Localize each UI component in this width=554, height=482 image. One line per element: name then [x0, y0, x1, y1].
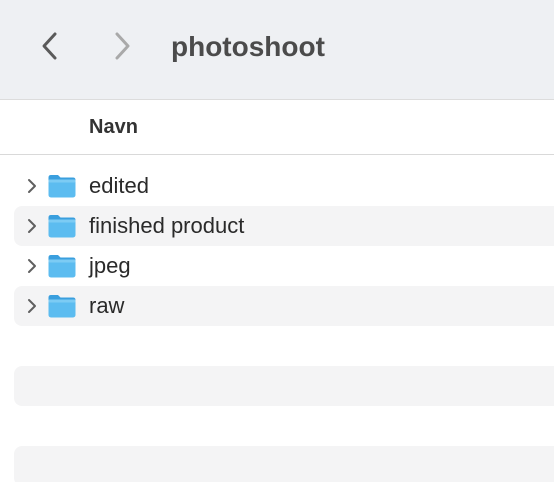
folder-icon — [48, 215, 76, 238]
folder-icon — [48, 295, 76, 318]
disclosure-chevron-icon[interactable] — [24, 258, 40, 274]
disclosure-chevron-icon[interactable] — [24, 298, 40, 314]
list-item[interactable]: jpeg — [0, 246, 554, 286]
chevron-left-icon — [42, 32, 57, 60]
empty-row-stripe — [14, 366, 554, 406]
disclosure-chevron-icon[interactable] — [24, 218, 40, 234]
empty-row-stripe — [14, 446, 554, 482]
back-button[interactable] — [32, 28, 68, 64]
finder-window: photoshoot Navn edited finished product … — [0, 0, 554, 482]
column-header-row: Navn — [0, 101, 554, 155]
item-label: raw — [89, 293, 125, 318]
item-label: finished product — [89, 213, 245, 238]
toolbar: photoshoot — [0, 0, 554, 100]
item-label: edited — [89, 173, 149, 198]
forward-button[interactable] — [104, 28, 140, 64]
column-header-name[interactable]: Navn — [89, 115, 138, 139]
window-title: photoshoot — [171, 31, 325, 62]
list-item[interactable]: finished product — [0, 206, 554, 246]
chevron-right-icon — [115, 32, 130, 60]
folder-icon — [48, 255, 76, 278]
file-list: edited finished product jpeg raw — [0, 166, 554, 326]
disclosure-chevron-icon[interactable] — [24, 178, 40, 194]
list-item[interactable]: edited — [0, 166, 554, 206]
item-label: jpeg — [89, 253, 131, 278]
list-item[interactable]: raw — [0, 286, 554, 326]
folder-icon — [48, 175, 76, 198]
